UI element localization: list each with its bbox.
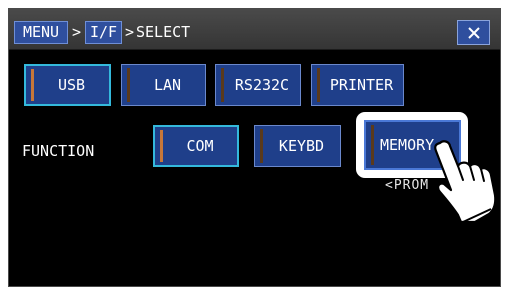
partial-caption: <PROM [385, 178, 430, 193]
interface-printer-button[interactable]: PRINTER [311, 64, 404, 106]
function-com-button[interactable]: COM [153, 125, 239, 167]
interface-usb-button[interactable]: USB [24, 64, 111, 106]
button-label: COM [186, 137, 214, 155]
interface-lan-button[interactable]: LAN [121, 64, 206, 106]
breadcrumb-menu-button[interactable]: MENU [14, 21, 68, 44]
breadcrumb-separator: > [125, 23, 135, 41]
title-bar: MENU > I/F > SELECT [9, 9, 500, 50]
interface-rs232c-button[interactable]: RS232C [215, 64, 301, 106]
function-keybd-button[interactable]: KEYBD [254, 125, 341, 167]
button-label: LAN [153, 76, 182, 94]
breadcrumb-separator: > [72, 23, 82, 41]
button-label: KEYBD [278, 137, 325, 155]
close-icon [468, 27, 480, 39]
breadcrumb-if-button[interactable]: I/F [85, 21, 122, 44]
breadcrumb-current-page: SELECT [136, 23, 191, 41]
function-label: FUNCTION [22, 142, 95, 160]
close-button[interactable] [457, 20, 490, 45]
button-label: PRINTER [329, 76, 394, 94]
button-label: RS232C [234, 76, 290, 94]
pointing-hand-icon [434, 140, 497, 223]
button-label: USB [57, 76, 86, 94]
device-screen: MENU > I/F > SELECT USB LAN RS232C PRINT… [8, 8, 501, 287]
